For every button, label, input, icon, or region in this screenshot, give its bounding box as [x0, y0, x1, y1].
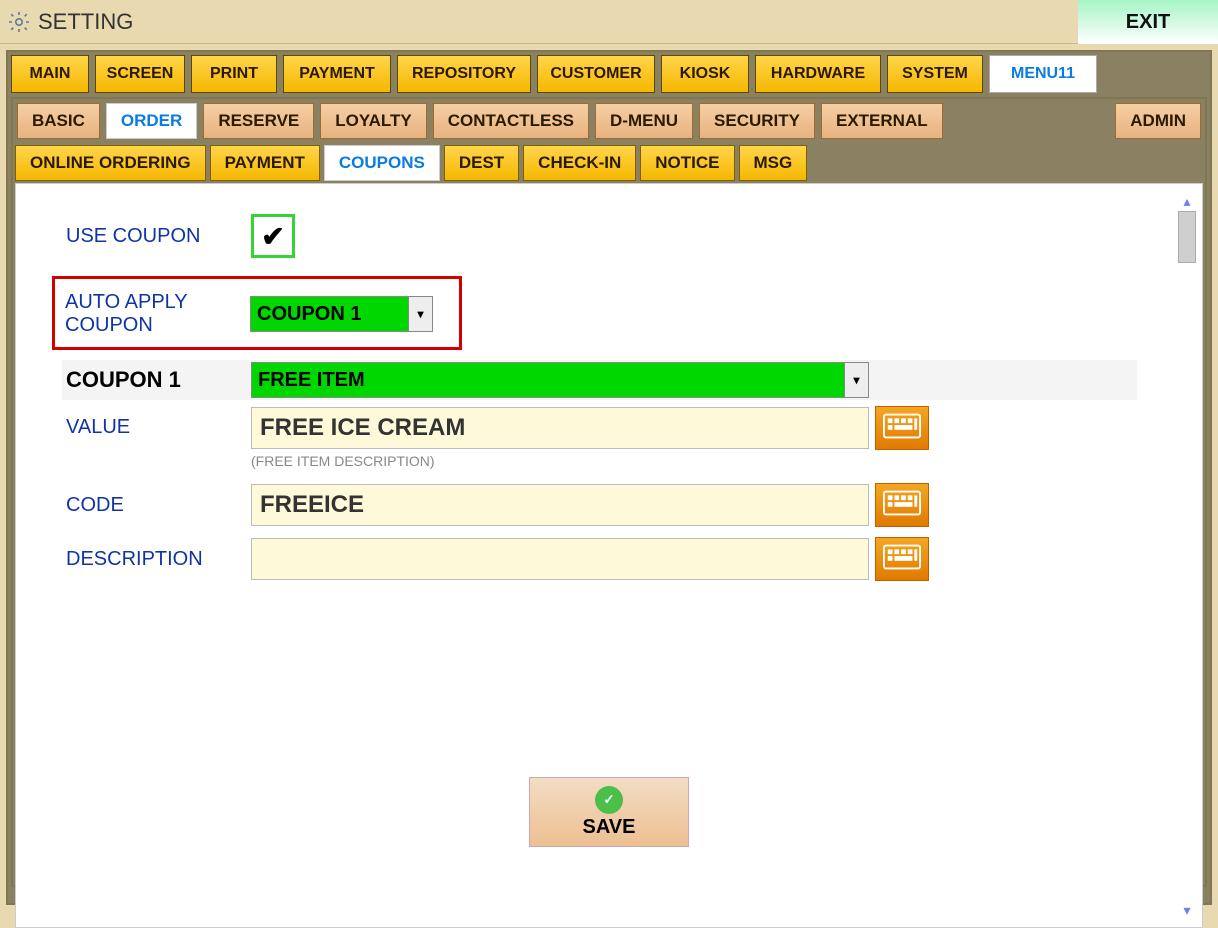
- tab-dest[interactable]: DEST: [444, 145, 519, 181]
- tab-msg[interactable]: MSG: [739, 145, 808, 181]
- tab-basic[interactable]: BASIC: [17, 103, 100, 139]
- titlebar: SETTING EXIT: [0, 0, 1218, 44]
- highlight-auto-apply: AUTO APPLY COUPON COUPON 1 ▾: [52, 276, 462, 350]
- main-frame: MAIN SCREEN PRINT PAYMENT REPOSITORY CUS…: [6, 50, 1212, 905]
- tab-checkin[interactable]: CHECK-IN: [523, 145, 636, 181]
- input-value[interactable]: FREE ICE CREAM: [251, 407, 869, 449]
- check-icon: ✔: [261, 220, 284, 253]
- tab-main[interactable]: MAIN: [11, 55, 89, 93]
- tabs-row-1: MAIN SCREEN PRINT PAYMENT REPOSITORY CUS…: [11, 55, 1207, 93]
- tab-payment-3[interactable]: PAYMENT: [210, 145, 320, 181]
- gear-icon: [6, 9, 32, 35]
- tab-admin[interactable]: ADMIN: [1115, 103, 1201, 139]
- subframe: BASIC ORDER RESERVE LOYALTY CONTACTLESS …: [11, 97, 1207, 887]
- keyboard-button-code[interactable]: [875, 483, 929, 527]
- keyboard-button-description[interactable]: [875, 537, 929, 581]
- row-use-coupon: USE COUPON ✔: [66, 214, 1156, 258]
- tab-print[interactable]: PRINT: [191, 55, 277, 93]
- exit-button[interactable]: EXIT: [1078, 0, 1218, 44]
- tab-system[interactable]: SYSTEM: [887, 55, 983, 93]
- tab-security[interactable]: SECURITY: [699, 103, 815, 139]
- row-code: CODE FREEICE: [66, 483, 1156, 527]
- tab-contactless[interactable]: CONTACTLESS: [433, 103, 589, 139]
- label-code: CODE: [66, 494, 251, 517]
- chevron-down-icon: ▾: [844, 363, 868, 397]
- hint-value: (FREE ITEM DESCRIPTION): [251, 453, 929, 469]
- dropdown-coupon1-type[interactable]: FREE ITEM ▾: [251, 362, 869, 398]
- keyboard-icon: [883, 544, 921, 575]
- scroll-down-arrow[interactable]: ▾: [1178, 901, 1196, 919]
- save-button[interactable]: ✓ SAVE: [529, 777, 689, 847]
- tab-payment[interactable]: PAYMENT: [283, 55, 391, 93]
- checkbox-use-coupon[interactable]: ✔: [251, 214, 295, 258]
- keyboard-icon: [883, 413, 921, 444]
- tab-kiosk[interactable]: KIOSK: [661, 55, 749, 93]
- input-description[interactable]: [251, 538, 869, 580]
- row-value: VALUE FREE ICE CREAM (FREE ITEM DESCRIPT…: [66, 406, 1156, 469]
- tab-loyalty[interactable]: LOYALTY: [320, 103, 427, 139]
- label-use-coupon: USE COUPON: [66, 225, 251, 248]
- keyboard-icon: [883, 490, 921, 521]
- tab-menu11[interactable]: MENU11: [989, 55, 1097, 93]
- tab-coupons[interactable]: COUPONS: [324, 145, 440, 181]
- window-title: SETTING: [38, 9, 133, 35]
- tab-repository[interactable]: REPOSITORY: [397, 55, 531, 93]
- tab-screen[interactable]: SCREEN: [95, 55, 185, 93]
- label-description: DESCRIPTION: [66, 548, 251, 571]
- tab-dmenu[interactable]: D-MENU: [595, 103, 693, 139]
- label-value: VALUE: [66, 406, 251, 439]
- tab-customer[interactable]: CUSTOMER: [537, 55, 655, 93]
- keyboard-button-value[interactable]: [875, 406, 929, 450]
- input-code[interactable]: FREEICE: [251, 484, 869, 526]
- tab-online-ordering[interactable]: ONLINE ORDERING: [15, 145, 206, 181]
- tab-notice[interactable]: NOTICE: [640, 145, 734, 181]
- tab-order[interactable]: ORDER: [106, 103, 197, 139]
- tabs-row-2: BASIC ORDER RESERVE LOYALTY CONTACTLESS …: [15, 101, 1203, 141]
- label-auto-apply: AUTO APPLY COUPON: [65, 291, 250, 337]
- scroll-thumb[interactable]: [1178, 211, 1196, 263]
- label-coupon1: COUPON 1: [66, 367, 251, 393]
- tab-hardware[interactable]: HARDWARE: [755, 55, 881, 93]
- content-panel: USE COUPON ✔ AUTO APPLY COUPON COUPON 1: [15, 183, 1203, 928]
- tabs-row-3: ONLINE ORDERING PAYMENT COUPONS DEST CHE…: [15, 145, 1203, 181]
- chevron-down-icon: ▾: [408, 297, 432, 331]
- row-coupon1: COUPON 1 FREE ITEM ▾: [62, 360, 1137, 400]
- scrollbar[interactable]: ▴ ▾: [1178, 192, 1196, 919]
- tab-external[interactable]: EXTERNAL: [821, 103, 943, 139]
- row-description: DESCRIPTION: [66, 537, 1156, 581]
- scroll-up-arrow[interactable]: ▴: [1178, 192, 1196, 210]
- tab-reserve[interactable]: RESERVE: [203, 103, 314, 139]
- dropdown-auto-apply[interactable]: COUPON 1 ▾: [250, 296, 433, 332]
- check-circle-icon: ✓: [595, 786, 623, 814]
